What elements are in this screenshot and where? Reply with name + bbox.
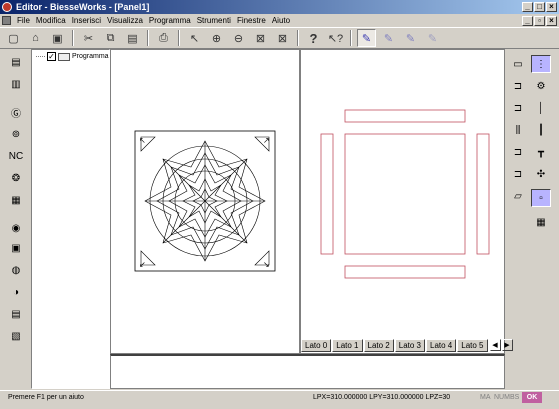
select-arrow-icon[interactable]: ↖ — [185, 29, 204, 47]
tool-disabled-icon: ▦ — [11, 194, 21, 206]
zoom-out-icon[interactable]: ⊖ — [229, 29, 248, 47]
settings-icon[interactable]: ❂ — [6, 169, 26, 187]
edit-tool-icon[interactable]: ▧ — [6, 327, 26, 345]
gear-icon[interactable]: ⚙ — [531, 77, 551, 95]
draw-tool-icon[interactable]: ✎ — [379, 29, 398, 47]
window-title: Editor - BiesseWorks - [Panel1] — [16, 2, 150, 12]
tab-lato-2[interactable]: Lato 2 — [363, 339, 394, 352]
left-toolbar: ▤ ▥ Ⓖ ⊚ NC ❂ ▦ ◉ ▣ ◍ ◑ ▤ ▧ — [6, 53, 28, 353]
draw-tool-3-icon[interactable]: ✎ — [423, 29, 442, 47]
nc-icon[interactable]: NC — [6, 147, 26, 165]
help-icon[interactable]: ? — [304, 29, 323, 47]
close-button[interactable]: × — [546, 2, 557, 12]
ornament-drawing: ↖ ↗ ↙ ↘ — [134, 130, 276, 272]
indicator-num: NUM — [494, 394, 510, 401]
panel-tool-icon[interactable]: ▤ — [6, 53, 26, 71]
indicator-ma: MA — [480, 394, 491, 401]
face-tool-7-icon[interactable]: ▱ — [508, 187, 528, 205]
green-tool-icon[interactable]: ◉ — [6, 219, 26, 237]
paste-icon[interactable]: ▤ — [123, 29, 142, 47]
status-message: Premere F1 per un aiuto — [8, 394, 84, 401]
maximize-button[interactable]: □ — [534, 2, 545, 12]
document-icon[interactable] — [2, 16, 11, 25]
menu-file[interactable]: File — [14, 14, 33, 27]
line-tool-icon[interactable]: │ — [531, 99, 551, 117]
blue-tool-2-icon[interactable]: ◍ — [6, 261, 26, 279]
blue-tool-3-icon[interactable]: ◑ — [6, 283, 26, 301]
panel-3d-view[interactable]: ↖ ↗ ↙ ↘ — [110, 49, 300, 354]
tab-lato-4[interactable]: Lato 4 — [426, 339, 457, 352]
t-tool-icon[interactable]: ┃ — [531, 121, 551, 139]
view-right-icon[interactable]: ⊠ — [273, 29, 292, 47]
tab-lato-1[interactable]: Lato 1 — [332, 339, 363, 352]
save-icon[interactable]: ▣ — [48, 29, 67, 47]
side-tabs: Lato 0 Lato 1 Lato 2 Lato 3 Lato 4 Lato … — [301, 339, 513, 353]
menu-aiuto[interactable]: Aiuto — [269, 14, 293, 27]
folder-icon — [58, 52, 70, 61]
drill-icon[interactable]: ⊚ — [6, 125, 26, 143]
new-icon[interactable]: ▢ — [4, 29, 23, 47]
program-tree[interactable]: ✓ Programma — [31, 49, 110, 389]
indicator-bs: BS — [510, 394, 520, 401]
menu-programma[interactable]: Programma — [146, 14, 194, 27]
print-icon[interactable]: ⎙ — [154, 29, 173, 47]
right-toolbar-2: ⋮ ⚙ │ ┃ ┳ ✣ ▫ ▦ — [531, 53, 553, 233]
menu-finestre[interactable]: Finestre — [234, 14, 269, 27]
t-tool-2-icon[interactable]: ┳ — [531, 143, 551, 161]
face-tool-3-icon[interactable]: ⊐ — [508, 99, 528, 117]
mdi-close-button[interactable]: × — [546, 16, 557, 26]
title-bar: Editor - BiesseWorks - [Panel1] _ □ × — [0, 0, 559, 14]
open-icon[interactable]: ⌂ — [26, 29, 45, 47]
face-tool-5-icon[interactable]: ⊐ — [508, 143, 528, 161]
face-tool-2-icon[interactable]: ⊐ — [508, 77, 528, 95]
active-tool-icon[interactable]: ▫ — [531, 189, 551, 207]
tree-item-programma[interactable]: ✓ Programma — [36, 52, 109, 61]
tree-checkbox[interactable]: ✓ — [47, 52, 56, 61]
tool-disabled-2-icon: ▤ — [11, 308, 21, 320]
cut-icon[interactable]: ✂ — [79, 29, 98, 47]
menu-visualizza[interactable]: Visualizza — [104, 14, 146, 27]
app-icon[interactable] — [2, 2, 12, 12]
tab-scroll-left-icon[interactable]: ◀ — [489, 339, 501, 351]
coordinates-readout: LPX=310.000000 LPY=310.000000 LPZ=30 — [313, 394, 451, 401]
face-tool-6-icon[interactable]: ⊐ — [508, 165, 528, 183]
face-tool-4-icon[interactable]: ⫼ — [508, 121, 528, 139]
menu-strumenti[interactable]: Strumenti — [194, 14, 234, 27]
view-left-icon[interactable]: ⊠ — [251, 29, 270, 47]
sides-drawing — [320, 109, 490, 279]
tab-lato-3[interactable]: Lato 3 — [394, 339, 425, 352]
svg-text:↙: ↙ — [139, 260, 146, 269]
draw-tool-2-icon[interactable]: ✎ — [401, 29, 420, 47]
menu-bar: File Modifica Inserisci Visualizza Progr… — [0, 14, 559, 27]
right-toolbar-1: ▭ ⊐ ⊐ ⫼ ⊐ ⊐ ▱ — [508, 53, 530, 213]
grid-tool-icon[interactable]: ▦ — [531, 213, 551, 231]
status-bar: Premere F1 per un aiuto LPX=310.000000 L… — [0, 390, 559, 404]
svg-text:↖: ↖ — [139, 136, 146, 145]
mdi-minimize-button[interactable]: _ — [522, 16, 533, 26]
vertical-tool-icon[interactable]: ⋮ — [531, 55, 551, 73]
context-help-icon[interactable]: ↖? — [326, 29, 345, 47]
mdi-restore-button[interactable]: ▫ — [534, 16, 545, 26]
ok-badge: OK — [522, 392, 542, 403]
toolbar: ▢ ⌂ ▣ ✂ ⧉ ▤ ⎙ ↖ ⊕ ⊖ ⊠ ⊠ ? ↖? ✎ ✎ ✎ ✎ — [0, 27, 559, 49]
fan-tool-icon[interactable]: ✣ — [531, 165, 551, 183]
svg-text:↘: ↘ — [263, 260, 270, 269]
output-pane[interactable] — [110, 354, 505, 389]
minimize-button[interactable]: _ — [522, 2, 533, 12]
panel-sides-view[interactable] — [300, 49, 505, 354]
tree-item-label: Programma — [72, 53, 109, 60]
pencil-icon[interactable]: ✎ — [357, 29, 376, 47]
blue-tool-icon[interactable]: ▣ — [6, 239, 26, 257]
menu-modifica[interactable]: Modifica — [33, 14, 69, 27]
zoom-in-icon[interactable]: ⊕ — [207, 29, 226, 47]
tab-lato-5[interactable]: Lato 5 — [457, 339, 488, 352]
g-code-icon[interactable]: Ⓖ — [6, 103, 26, 121]
menu-inserisci[interactable]: Inserisci — [69, 14, 104, 27]
face-tool-icon[interactable]: ▭ — [508, 55, 528, 73]
svg-text:↗: ↗ — [263, 136, 270, 145]
panel-tool-2-icon[interactable]: ▥ — [6, 75, 26, 93]
tab-scroll-right-icon[interactable]: ▶ — [501, 339, 513, 351]
copy-icon[interactable]: ⧉ — [101, 29, 120, 47]
tab-lato-0[interactable]: Lato 0 — [301, 339, 332, 352]
